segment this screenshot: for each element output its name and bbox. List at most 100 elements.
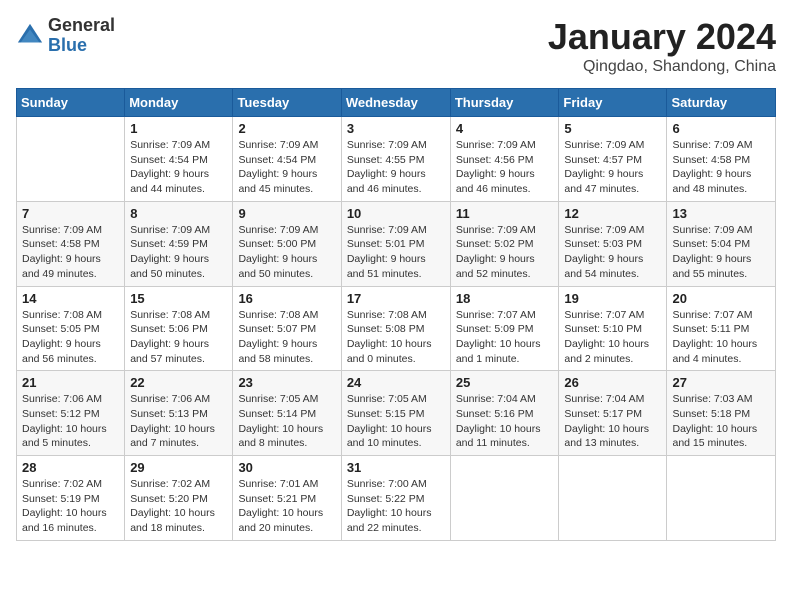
calendar-cell: 11 Sunrise: 7:09 AMSunset: 5:02 PMDayligh… [450, 201, 559, 286]
day-info: Sunrise: 7:04 AMSunset: 5:17 PMDaylight:… [564, 392, 661, 451]
logo-general-text: General [48, 16, 115, 36]
weekday-header-monday: Monday [125, 89, 233, 117]
calendar-cell: 1 Sunrise: 7:09 AMSunset: 4:54 PMDaylight… [125, 117, 233, 202]
weekday-header-sunday: Sunday [17, 89, 125, 117]
day-number: 13 [672, 206, 770, 221]
calendar-cell: 9 Sunrise: 7:09 AMSunset: 5:00 PMDaylight… [233, 201, 341, 286]
day-number: 8 [130, 206, 227, 221]
day-number: 14 [22, 291, 119, 306]
day-info: Sunrise: 7:08 AMSunset: 5:05 PMDaylight:… [22, 308, 119, 367]
day-number: 29 [130, 460, 227, 475]
weekday-header-tuesday: Tuesday [233, 89, 341, 117]
calendar-cell: 30 Sunrise: 7:01 AMSunset: 5:21 PMDayligh… [233, 456, 341, 541]
day-number: 24 [347, 375, 445, 390]
day-number: 25 [456, 375, 554, 390]
calendar-cell: 10 Sunrise: 7:09 AMSunset: 5:01 PMDayligh… [341, 201, 450, 286]
weekday-header-friday: Friday [559, 89, 667, 117]
day-number: 18 [456, 291, 554, 306]
calendar-week-1: 1 Sunrise: 7:09 AMSunset: 4:54 PMDaylight… [17, 117, 776, 202]
day-info: Sunrise: 7:09 AMSunset: 4:55 PMDaylight:… [347, 138, 445, 197]
weekday-header-wednesday: Wednesday [341, 89, 450, 117]
day-number: 16 [238, 291, 335, 306]
calendar-cell: 18 Sunrise: 7:07 AMSunset: 5:09 PMDayligh… [450, 286, 559, 371]
day-info: Sunrise: 7:03 AMSunset: 5:18 PMDaylight:… [672, 392, 770, 451]
calendar-cell: 14 Sunrise: 7:08 AMSunset: 5:05 PMDayligh… [17, 286, 125, 371]
day-info: Sunrise: 7:09 AMSunset: 4:54 PMDaylight:… [130, 138, 227, 197]
day-info: Sunrise: 7:09 AMSunset: 4:54 PMDaylight:… [238, 138, 335, 197]
calendar-table: SundayMondayTuesdayWednesdayThursdayFrid… [16, 88, 776, 541]
day-number: 30 [238, 460, 335, 475]
logo: General Blue [16, 16, 115, 56]
calendar-cell: 12 Sunrise: 7:09 AMSunset: 5:03 PMDayligh… [559, 201, 667, 286]
calendar-week-3: 14 Sunrise: 7:08 AMSunset: 5:05 PMDayligh… [17, 286, 776, 371]
calendar-cell [450, 456, 559, 541]
day-number: 5 [564, 121, 661, 136]
day-info: Sunrise: 7:09 AMSunset: 5:04 PMDaylight:… [672, 223, 770, 282]
day-number: 2 [238, 121, 335, 136]
calendar-week-5: 28Sunrise: 7:02 AMSunset: 5:19 PMDayligh… [17, 456, 776, 541]
day-info: Sunrise: 7:06 AMSunset: 5:13 PMDaylight:… [130, 392, 227, 451]
day-number: 9 [238, 206, 335, 221]
day-info: Sunrise: 7:02 AMSunset: 5:19 PMDaylight:… [22, 477, 119, 536]
calendar-cell: 8 Sunrise: 7:09 AMSunset: 4:59 PMDaylight… [125, 201, 233, 286]
day-number: 3 [347, 121, 445, 136]
logo-icon [16, 22, 44, 50]
calendar-cell: 26Sunrise: 7:04 AMSunset: 5:17 PMDayligh… [559, 371, 667, 456]
calendar-cell: 4Sunrise: 7:09 AMSunset: 4:56 PMDaylight… [450, 117, 559, 202]
day-info: Sunrise: 7:07 AMSunset: 5:10 PMDaylight:… [564, 308, 661, 367]
weekday-header-thursday: Thursday [450, 89, 559, 117]
day-number: 22 [130, 375, 227, 390]
calendar-cell: 13 Sunrise: 7:09 AMSunset: 5:04 PMDayligh… [667, 201, 776, 286]
day-info: Sunrise: 7:09 AMSunset: 5:01 PMDaylight:… [347, 223, 445, 282]
weekday-header-saturday: Saturday [667, 89, 776, 117]
calendar-cell: 17Sunrise: 7:08 AMSunset: 5:08 PMDayligh… [341, 286, 450, 371]
day-number: 7 [22, 206, 119, 221]
day-number: 1 [130, 121, 227, 136]
calendar-cell: 15 Sunrise: 7:08 AMSunset: 5:06 PMDayligh… [125, 286, 233, 371]
calendar-cell [667, 456, 776, 541]
calendar-cell: 19 Sunrise: 7:07 AMSunset: 5:10 PMDayligh… [559, 286, 667, 371]
calendar-body: 1 Sunrise: 7:09 AMSunset: 4:54 PMDaylight… [17, 117, 776, 541]
calendar-cell: 27Sunrise: 7:03 AMSunset: 5:18 PMDayligh… [667, 371, 776, 456]
day-number: 12 [564, 206, 661, 221]
calendar-cell: 25Sunrise: 7:04 AMSunset: 5:16 PMDayligh… [450, 371, 559, 456]
page-header: General Blue January 2024 Qingdao, Shand… [16, 16, 776, 76]
day-number: 20 [672, 291, 770, 306]
day-info: Sunrise: 7:09 AMSunset: 5:03 PMDaylight:… [564, 223, 661, 282]
calendar-cell [17, 117, 125, 202]
logo-blue-text: Blue [48, 36, 115, 56]
day-number: 10 [347, 206, 445, 221]
calendar-cell: 20 Sunrise: 7:07 AMSunset: 5:11 PMDayligh… [667, 286, 776, 371]
day-number: 15 [130, 291, 227, 306]
day-info: Sunrise: 7:09 AMSunset: 5:00 PMDaylight:… [238, 223, 335, 282]
calendar-cell: 16Sunrise: 7:08 AMSunset: 5:07 PMDayligh… [233, 286, 341, 371]
day-number: 11 [456, 206, 554, 221]
day-info: Sunrise: 7:02 AMSunset: 5:20 PMDaylight:… [130, 477, 227, 536]
day-info: Sunrise: 7:07 AMSunset: 5:09 PMDaylight:… [456, 308, 554, 367]
day-info: Sunrise: 7:07 AMSunset: 5:11 PMDaylight:… [672, 308, 770, 367]
day-info: Sunrise: 7:09 AMSunset: 4:58 PMDaylight:… [672, 138, 770, 197]
calendar-cell: 2 Sunrise: 7:09 AMSunset: 4:54 PMDaylight… [233, 117, 341, 202]
day-info: Sunrise: 7:09 AMSunset: 5:02 PMDaylight:… [456, 223, 554, 282]
day-info: Sunrise: 7:01 AMSunset: 5:21 PMDaylight:… [238, 477, 335, 536]
day-info: Sunrise: 7:08 AMSunset: 5:06 PMDaylight:… [130, 308, 227, 367]
day-number: 31 [347, 460, 445, 475]
calendar-cell: 6Sunrise: 7:09 AMSunset: 4:58 PMDaylight… [667, 117, 776, 202]
day-number: 4 [456, 121, 554, 136]
calendar-cell: 24Sunrise: 7:05 AMSunset: 5:15 PMDayligh… [341, 371, 450, 456]
calendar-cell: 5 Sunrise: 7:09 AMSunset: 4:57 PMDaylight… [559, 117, 667, 202]
calendar-week-4: 21 Sunrise: 7:06 AMSunset: 5:12 PMDayligh… [17, 371, 776, 456]
day-info: Sunrise: 7:09 AMSunset: 4:57 PMDaylight:… [564, 138, 661, 197]
calendar-cell: 31Sunrise: 7:00 AMSunset: 5:22 PMDayligh… [341, 456, 450, 541]
day-info: Sunrise: 7:08 AMSunset: 5:08 PMDaylight:… [347, 308, 445, 367]
title-block: January 2024 Qingdao, Shandong, China [548, 16, 776, 76]
calendar-cell: 23Sunrise: 7:05 AMSunset: 5:14 PMDayligh… [233, 371, 341, 456]
day-number: 21 [22, 375, 119, 390]
day-number: 19 [564, 291, 661, 306]
day-info: Sunrise: 7:06 AMSunset: 5:12 PMDaylight:… [22, 392, 119, 451]
calendar-title: January 2024 [548, 16, 776, 58]
day-info: Sunrise: 7:09 AMSunset: 4:59 PMDaylight:… [130, 223, 227, 282]
calendar-cell: 22 Sunrise: 7:06 AMSunset: 5:13 PMDayligh… [125, 371, 233, 456]
calendar-cell: 3 Sunrise: 7:09 AMSunset: 4:55 PMDaylight… [341, 117, 450, 202]
day-info: Sunrise: 7:05 AMSunset: 5:14 PMDaylight:… [238, 392, 335, 451]
